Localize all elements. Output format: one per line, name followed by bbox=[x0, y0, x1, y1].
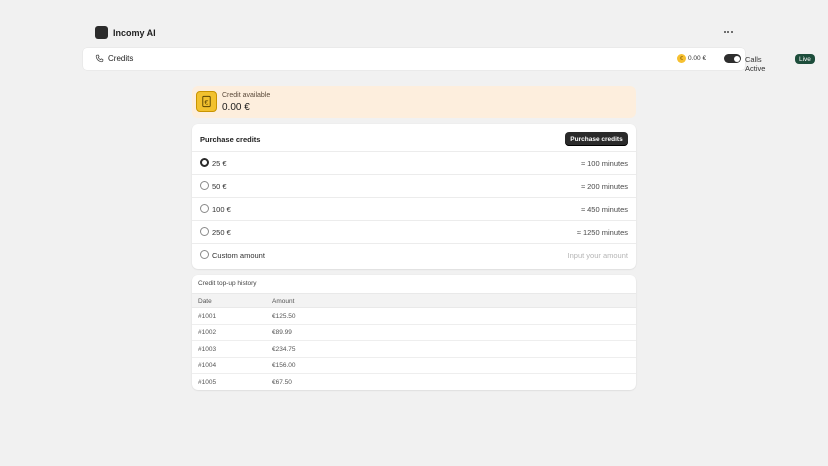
credit-option-50[interactable]: 50 € ≈ 200 minutes bbox=[192, 174, 636, 197]
calls-toggle[interactable] bbox=[724, 54, 741, 63]
column-header-date: Date bbox=[198, 298, 212, 305]
radio-button[interactable] bbox=[200, 250, 209, 259]
app-title: Incomy AI bbox=[113, 27, 156, 38]
calls-toggle-label: Calls Active bbox=[745, 54, 766, 73]
more-icon[interactable] bbox=[722, 26, 734, 38]
option-minutes: ≈ 200 minutes bbox=[580, 182, 628, 191]
purchase-title: Purchase credits bbox=[200, 135, 261, 144]
table-row: #1001 €125.50 bbox=[192, 308, 636, 325]
phone-icon bbox=[95, 54, 104, 63]
balance-chip: € 0.00 € bbox=[677, 54, 706, 63]
purchase-card: Purchase credits Purchase credits 25 € ≈… bbox=[192, 124, 636, 269]
purchase-credits-button[interactable]: Purchase credits bbox=[565, 132, 628, 146]
credit-label: Credit available bbox=[222, 92, 271, 99]
table-row: #1002 €89.99 bbox=[192, 325, 636, 341]
column-header-amount: Amount bbox=[272, 298, 295, 305]
credit-option-25[interactable]: 25 € ≈ 100 minutes bbox=[192, 151, 636, 174]
row-amount: €67.50 bbox=[272, 378, 292, 386]
live-badge: Live bbox=[795, 54, 815, 64]
row-date: #1004 bbox=[198, 362, 217, 369]
app-logo-icon bbox=[95, 26, 108, 39]
option-label: Custom amount bbox=[212, 251, 265, 260]
option-label: 100 € bbox=[212, 205, 231, 214]
option-label: 25 € bbox=[212, 159, 227, 168]
credit-value: 0.00 € bbox=[222, 102, 250, 113]
credit-option-100[interactable]: 100 € ≈ 450 minutes bbox=[192, 197, 636, 220]
row-date: #1001 bbox=[198, 312, 217, 320]
history-title: Credit top-up history bbox=[198, 280, 257, 287]
page-title: Credits bbox=[108, 54, 134, 63]
radio-button[interactable] bbox=[200, 181, 209, 190]
option-label: 50 € bbox=[212, 182, 227, 191]
title-bar: Credits € 0.00 € Calls Active Live bbox=[83, 48, 815, 73]
credit-option-250[interactable]: 250 € ≈ 1250 minutes bbox=[192, 220, 636, 243]
row-amount: €234.75 bbox=[272, 345, 296, 353]
table-row: #1003 €234.75 bbox=[192, 341, 636, 358]
radio-button[interactable] bbox=[200, 227, 209, 236]
credit-banner: € Credit available 0.00 € bbox=[192, 86, 636, 118]
option-label: 250 € bbox=[212, 228, 231, 237]
credit-option-custom[interactable]: Custom amount Input your amount bbox=[192, 243, 636, 266]
radio-button[interactable] bbox=[200, 158, 209, 167]
option-minutes: ≈ 450 minutes bbox=[580, 205, 628, 214]
row-amount: €89.99 bbox=[272, 329, 292, 336]
credit-card-icon: € bbox=[196, 91, 217, 112]
row-date: #1003 bbox=[198, 345, 217, 353]
row-amount: €125.50 bbox=[272, 312, 296, 320]
row-date: #1005 bbox=[198, 378, 217, 386]
table-row: #1005 €67.50 bbox=[192, 374, 636, 390]
row-date: #1002 bbox=[198, 329, 217, 336]
table-row: #1004 €156.00 bbox=[192, 358, 636, 374]
svg-text:€: € bbox=[204, 98, 208, 106]
coin-icon: € bbox=[677, 54, 686, 63]
table-header: Date Amount bbox=[192, 293, 636, 308]
option-minutes: ≈ 100 minutes bbox=[580, 159, 628, 168]
radio-button[interactable] bbox=[200, 204, 209, 213]
custom-amount-input[interactable]: Input your amount bbox=[568, 251, 628, 260]
balance-value: 0.00 € bbox=[688, 55, 707, 62]
row-amount: €156.00 bbox=[272, 362, 296, 369]
history-card: Credit top-up history Date Amount #1001 … bbox=[192, 275, 636, 390]
option-minutes: ≈ 1250 minutes bbox=[576, 228, 628, 237]
app-header: Incomy AI bbox=[95, 26, 156, 39]
